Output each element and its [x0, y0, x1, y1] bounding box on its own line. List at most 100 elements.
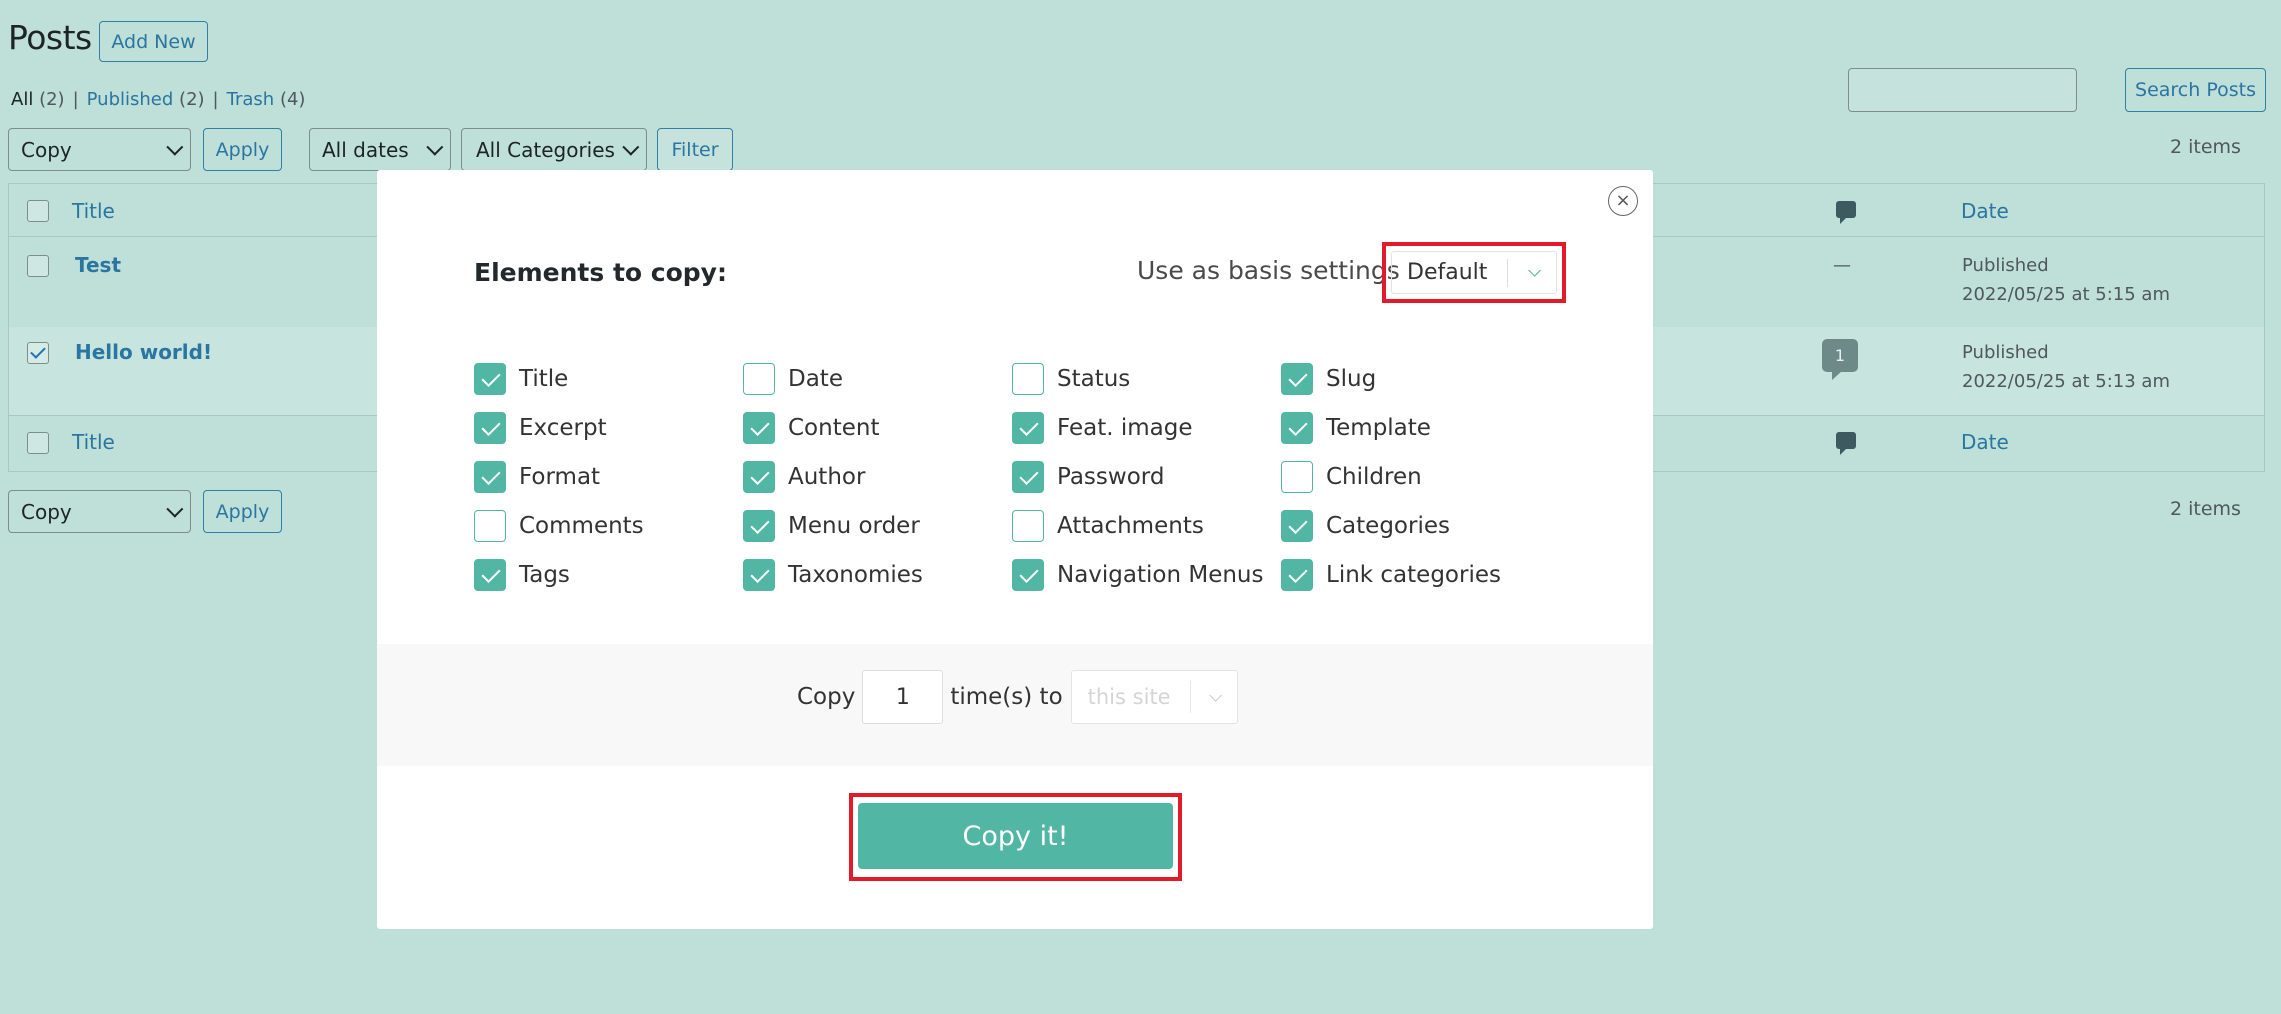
copy-option-checkbox[interactable] [1012, 363, 1044, 395]
close-icon[interactable]: × [1608, 186, 1638, 216]
dates-filter-select[interactable]: All dates [309, 128, 451, 171]
copy-option-item[interactable]: Title [474, 363, 568, 395]
copy-option-item[interactable]: Menu order [743, 510, 920, 542]
dates-filter-value: All dates [322, 137, 409, 162]
copy-option-checkbox[interactable] [1012, 412, 1044, 444]
copy-option-label: Navigation Menus [1057, 562, 1264, 588]
column-title-footer[interactable]: Title [72, 430, 115, 454]
copy-option-item[interactable]: Children [1281, 461, 1422, 493]
search-posts-button[interactable]: Search Posts [2125, 68, 2266, 112]
copy-option-label: Menu order [788, 513, 920, 539]
column-date-footer[interactable]: Date [1961, 430, 2009, 454]
view-published[interactable]: Published (2) [87, 89, 205, 110]
copy-options-grid: Title Date Status Slug Excerpt Content Feat. i… [474, 363, 1574, 623]
copy-option-checkbox[interactable] [1281, 363, 1313, 395]
column-date-header[interactable]: Date [1961, 199, 2009, 223]
copy-option-label: Link categories [1326, 562, 1501, 588]
copy-option-item[interactable]: Content [743, 412, 879, 444]
apply-button-bottom[interactable]: Apply [203, 490, 282, 533]
basis-settings-select[interactable]: Default [1391, 251, 1557, 294]
copy-option-checkbox[interactable] [1012, 461, 1044, 493]
copy-option-label: Taxonomies [788, 562, 923, 588]
copy-option-item[interactable]: Author [743, 461, 865, 493]
chevron-down-icon [1508, 264, 1556, 277]
elements-to-copy-title: Elements to copy: [474, 258, 727, 287]
categories-filter-value: All Categories [476, 137, 615, 162]
categories-filter-select[interactable]: All Categories [461, 128, 647, 171]
post-title-link[interactable]: Hello world! [75, 340, 212, 364]
copy-option-checkbox[interactable] [474, 412, 506, 444]
view-all[interactable]: All (2) [11, 89, 65, 110]
copy-option-item[interactable]: Comments [474, 510, 644, 542]
copy-option-item[interactable]: Tags [474, 559, 570, 591]
bulk-action-select-bottom[interactable]: Copy [8, 490, 191, 533]
copy-option-item[interactable]: Format [474, 461, 600, 493]
copy-option-checkbox[interactable] [1281, 559, 1313, 591]
copy-option-label: Content [788, 415, 880, 441]
copy-it-button[interactable]: Copy it! [858, 803, 1173, 869]
copy-option-item[interactable]: Password [1012, 461, 1164, 493]
view-separator: | [212, 89, 219, 110]
copy-option-item[interactable]: Navigation Menus [1012, 559, 1264, 591]
copy-option-item[interactable]: Excerpt [474, 412, 607, 444]
column-title-header[interactable]: Title [72, 199, 115, 223]
copy-option-checkbox[interactable] [474, 510, 506, 542]
copy-option-checkbox[interactable] [1012, 510, 1044, 542]
copy-option-item[interactable]: Categories [1281, 510, 1450, 542]
copy-option-label: Excerpt [519, 415, 607, 441]
copy-option-checkbox[interactable] [1281, 461, 1313, 493]
target-site-placeholder: this site [1087, 685, 1171, 709]
copy-option-item[interactable]: Status [1012, 363, 1130, 395]
apply-button[interactable]: Apply [203, 128, 282, 171]
copy-option-item[interactable]: Feat. image [1012, 412, 1193, 444]
view-trash[interactable]: Trash (4) [227, 89, 306, 110]
comment-count: — [1833, 255, 1851, 276]
select-all-checkbox-footer[interactable] [27, 432, 49, 454]
copy-option-checkbox[interactable] [1012, 559, 1044, 591]
copy-option-checkbox[interactable] [743, 510, 775, 542]
copy-option-label: Author [788, 464, 866, 490]
copy-option-checkbox[interactable] [1281, 510, 1313, 542]
copy-option-checkbox[interactable] [474, 363, 506, 395]
bulk-action-select[interactable]: Copy [8, 128, 191, 171]
copy-times-row: Copy 1 time(s) to this site [797, 670, 1238, 724]
target-site-select[interactable]: this site [1070, 670, 1238, 724]
copy-it-highlight: Copy it! [849, 793, 1182, 881]
copy-option-label: Format [519, 464, 601, 490]
chevron-down-icon [622, 138, 640, 156]
copy-option-checkbox[interactable] [474, 559, 506, 591]
row-checkbox[interactable] [27, 342, 49, 364]
copy-option-checkbox[interactable] [743, 412, 775, 444]
copy-option-item[interactable]: Link categories [1281, 559, 1501, 591]
post-datetime: 2022/05/25 at 5:15 am [1962, 284, 2170, 305]
copy-option-checkbox[interactable] [1281, 412, 1313, 444]
copy-option-checkbox[interactable] [743, 461, 775, 493]
copy-option-item[interactable]: Taxonomies [743, 559, 923, 591]
copy-times-input[interactable]: 1 [862, 670, 944, 724]
post-date: Published 2022/05/25 at 5:15 am [1962, 251, 2170, 309]
page-title: Posts [8, 18, 92, 57]
copy-option-item[interactable]: Date [743, 363, 843, 395]
copy-option-label: Categories [1326, 513, 1450, 539]
copy-option-item[interactable]: Attachments [1012, 510, 1204, 542]
copy-option-item[interactable]: Slug [1281, 363, 1376, 395]
copy-option-checkbox[interactable] [743, 559, 775, 591]
basis-highlight: Default [1382, 242, 1566, 303]
post-datetime: 2022/05/25 at 5:13 am [1962, 371, 2170, 392]
select-all-checkbox[interactable] [27, 200, 49, 222]
post-title-link[interactable]: Test [75, 253, 121, 277]
chevron-down-icon [426, 138, 444, 156]
row-checkbox[interactable] [27, 255, 49, 277]
copy-option-checkbox[interactable] [474, 461, 506, 493]
post-status: Published [1962, 255, 2049, 276]
bulk-action-value: Copy [21, 137, 72, 162]
comment-bubble-icon[interactable]: 1 [1822, 339, 1858, 380]
times-to-label: time(s) to [950, 684, 1063, 710]
add-new-button[interactable]: Add New [99, 21, 208, 62]
copy-option-item[interactable]: Template [1281, 412, 1431, 444]
filter-button[interactable]: Filter [657, 128, 733, 171]
copy-option-checkbox[interactable] [743, 363, 775, 395]
copy-option-label: Children [1326, 464, 1422, 490]
search-input[interactable] [1848, 68, 2077, 112]
items-count: 2 items [2170, 136, 2241, 158]
